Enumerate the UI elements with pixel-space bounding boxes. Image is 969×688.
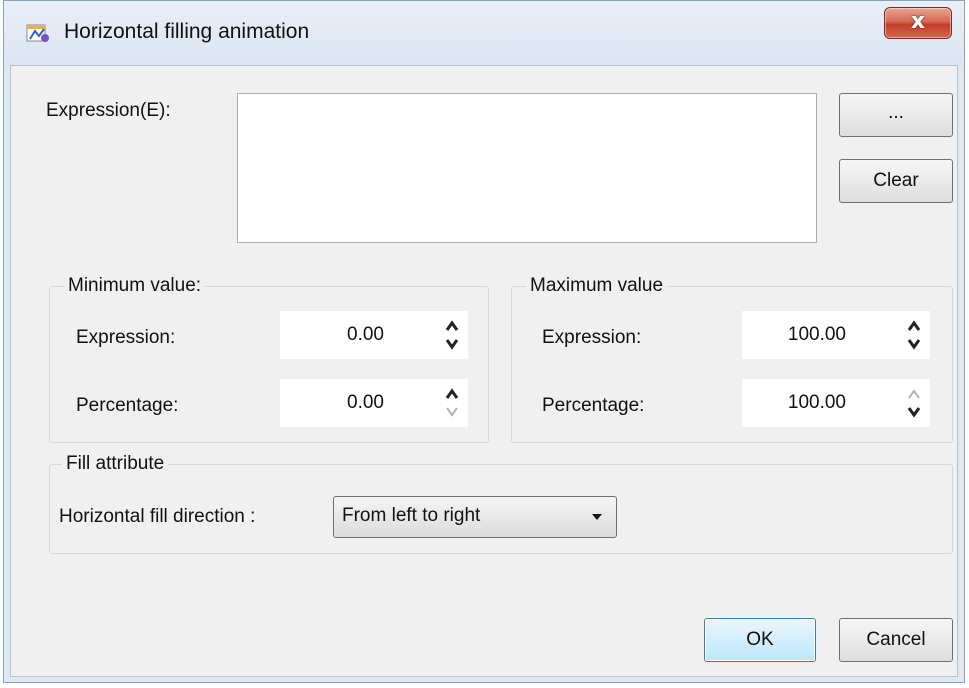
max-percentage-value: 100.00 <box>787 392 846 413</box>
spin-up-icon <box>908 389 920 399</box>
max-expression-spinbox[interactable]: 100.00 <box>742 311 930 359</box>
app-icon <box>26 24 49 42</box>
max-expression-value: 100.00 <box>787 324 846 345</box>
spin-down-icon[interactable] <box>906 337 922 351</box>
maximum-group-title: Maximum value <box>526 275 668 297</box>
spin-up-icon[interactable] <box>444 319 460 333</box>
close-button[interactable]: x <box>884 7 952 39</box>
title-bar[interactable]: Horizontal filling animation x <box>4 1 964 65</box>
window-title: Horizontal filling animation <box>64 20 310 43</box>
spin-down-icon <box>446 407 458 417</box>
minimum-value-group: Minimum value: Expression: 0.00 Percenta… <box>49 275 489 443</box>
max-percentage-label: Percentage: <box>542 395 645 416</box>
min-expression-spinbox[interactable]: 0.00 <box>280 311 468 359</box>
spin-down-icon[interactable] <box>906 405 922 419</box>
max-expression-label: Expression: <box>542 327 642 348</box>
min-percentage-value: 0.00 <box>347 392 384 413</box>
spin-up-icon[interactable] <box>444 387 460 401</box>
ok-button[interactable]: OK <box>704 618 816 662</box>
browse-button[interactable]: ... <box>839 93 953 137</box>
dropdown-arrow-icon <box>592 514 602 520</box>
fill-group-title: Fill attribute <box>62 453 169 475</box>
expression-label: Expression(E): <box>46 100 171 121</box>
max-percentage-spinbox[interactable]: 100.00 <box>742 379 930 427</box>
dialog-window: Horizontal filling animation x Expressio… <box>3 0 965 683</box>
clear-button[interactable]: Clear <box>839 159 953 203</box>
spin-up-icon[interactable] <box>906 319 922 333</box>
fill-direction-dropdown[interactable]: From left to right <box>333 496 617 538</box>
min-expression-value: 0.00 <box>347 324 384 345</box>
min-percentage-spinbox[interactable]: 0.00 <box>280 379 468 427</box>
min-expression-label: Expression: <box>76 327 176 348</box>
minimum-group-title: Minimum value: <box>64 275 206 297</box>
cancel-button[interactable]: Cancel <box>839 618 953 662</box>
fill-direction-value: From left to right <box>342 505 481 526</box>
maximum-value-group: Maximum value Expression: 100.00 Percent… <box>511 275 953 443</box>
dialog-body: Expression(E): ... Clear Minimum value: … <box>10 65 958 677</box>
close-icon: x <box>910 9 926 34</box>
spin-down-icon[interactable] <box>444 337 460 351</box>
fill-direction-label: Horizontal fill direction : <box>59 506 256 527</box>
expression-input[interactable] <box>237 93 817 243</box>
min-percentage-label: Percentage: <box>76 395 179 416</box>
